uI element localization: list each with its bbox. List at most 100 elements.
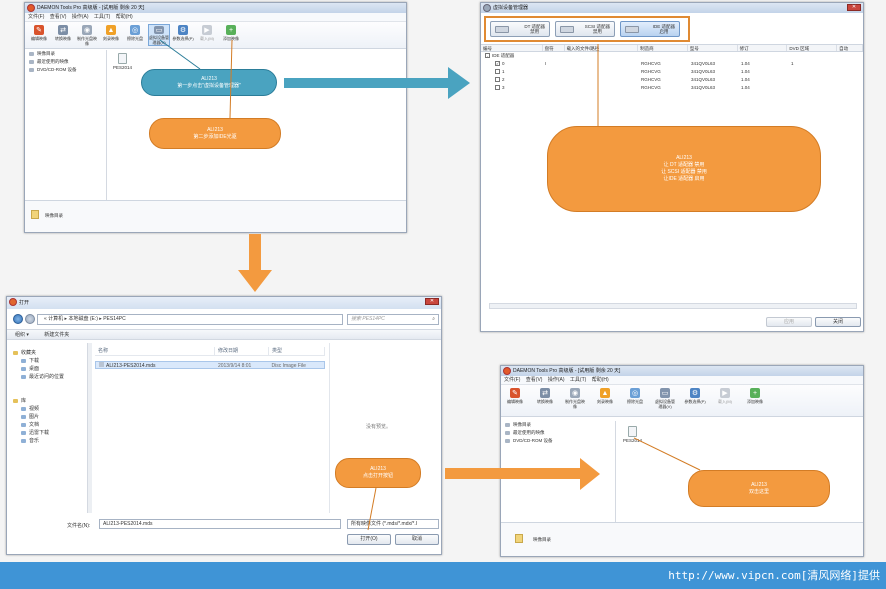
edit-image-button[interactable]: ✎ 编辑映像 — [504, 387, 526, 409]
menu-tools[interactable]: 工具(T) — [94, 14, 110, 20]
image-catalog-panel: 映像目录 — [25, 200, 406, 232]
cancel-button[interactable]: 取消 — [395, 534, 439, 545]
disc-image-label: PES2014 — [623, 438, 643, 443]
side-item-image-catalog[interactable]: 映像目录 — [501, 421, 615, 429]
device-row[interactable]: 2 RGHCVG 341QV0L63 1.04 — [481, 76, 863, 84]
checkbox-icon[interactable] — [495, 69, 500, 75]
col-auto[interactable]: 自动 — [837, 45, 863, 51]
edit-image-button[interactable]: ✎ 编辑映像 — [28, 24, 50, 46]
callout-step4: ALI213 点击打开按钮 — [335, 458, 421, 488]
make-image-button[interactable]: ◉ 制作光盘映像 — [76, 24, 98, 46]
device-row[interactable]: 1 RGHCVG 341QV0L63 1.04 — [481, 68, 863, 76]
preferences-button[interactable]: ⚙ 参数选择(P) — [684, 387, 706, 409]
open-button[interactable]: 打开(O) — [347, 534, 391, 545]
burn-image-button[interactable]: ▲ 刻录映像 — [594, 387, 616, 409]
menu-file[interactable]: 文件(F) — [28, 14, 44, 20]
side-item-dvd-devices[interactable]: DVD/CD-ROM 设备 — [25, 66, 106, 74]
nav-thunder-downloads[interactable]: 迅雷下载 — [7, 429, 87, 437]
virtual-device-manager-button[interactable]: ▭ 虚拟设备管理器(V) — [148, 24, 170, 46]
device-row[interactable]: 3 RGHCVG 341QV0L63 1.04 — [481, 84, 863, 92]
apply-button[interactable]: 应用 — [766, 317, 812, 327]
checkbox-icon[interactable] — [495, 85, 500, 91]
add-image-button[interactable]: + 添加映像 — [220, 24, 242, 46]
checkbox-checked-icon[interactable]: ✓ — [495, 61, 500, 67]
forward-icon[interactable] — [25, 314, 35, 324]
col-name[interactable]: 名称 — [95, 347, 215, 355]
adapter-icon — [495, 26, 509, 33]
checkbox-icon[interactable] — [495, 77, 500, 83]
toolbar: ✎ 编辑映像 ⇄ 转换映像 ◉ 制作光盘映像 ▲ 刻录映像 ◎ 擦除光盘 ▭ 虚拟设备管理器… — [25, 22, 406, 49]
menu-tools[interactable]: 工具(T) — [570, 377, 586, 383]
nav-libraries[interactable]: 库 — [7, 397, 87, 405]
nav-documents[interactable]: 文档 — [7, 421, 87, 429]
file-type-select[interactable]: 所有映像文件 (*.mds/*.mdx/*.I — [347, 519, 439, 529]
callout-step1: ALI213 第一步点击"虚拟设备管理器" — [141, 69, 277, 96]
side-item-dvd-devices[interactable]: DVD/CD-ROM 设备 — [501, 437, 615, 445]
menu-help[interactable]: 帮助(H) — [592, 377, 609, 383]
gear-icon: ⚙ — [690, 388, 700, 398]
mount-button[interactable]: ▶ 载入(M) — [196, 24, 218, 46]
menu-view[interactable]: 查看(V) — [526, 377, 543, 383]
close-button[interactable]: 关闭 — [815, 317, 861, 327]
dt-adapter-button[interactable]: DT 适配器 禁用 — [490, 21, 550, 37]
menu-view[interactable]: 查看(V) — [50, 14, 67, 20]
make-image-button[interactable]: ◉ 制作光盘映像 — [564, 387, 586, 409]
col-vendor[interactable]: 制造商 — [638, 45, 688, 51]
col-region[interactable]: DVD 区域 — [787, 45, 838, 51]
menu-action[interactable]: 操作(A) — [548, 377, 565, 383]
close-icon[interactable]: ✕ — [425, 298, 439, 305]
col-type[interactable]: 类型 — [269, 347, 325, 355]
nav-downloads[interactable]: 下载 — [7, 357, 87, 365]
nav-pictures[interactable]: 图片 — [7, 413, 87, 421]
mount-button[interactable]: ▶ 载入(M) — [714, 387, 736, 409]
close-icon[interactable]: ✕ — [847, 4, 861, 11]
col-model[interactable]: 型号 — [688, 45, 738, 51]
scsi-adapter-button[interactable]: SCSI 适配器 禁用 — [555, 21, 615, 37]
burn-image-button[interactable]: ▲ 刻录映像 — [100, 24, 122, 46]
side-item-recent[interactable]: 最近使用的映像 — [501, 429, 615, 437]
adapter-icon — [560, 26, 574, 33]
menu-action[interactable]: 操作(A) — [72, 14, 89, 20]
convert-image-button[interactable]: ⇄ 转换映像 — [534, 387, 556, 409]
image-catalog-panel: 映像目录 — [501, 522, 863, 556]
col-drive[interactable]: 盘符 — [543, 45, 565, 51]
file-row[interactable]: ALI213-PES2014.mds 2013/9/14 8:01 Disc I… — [95, 361, 325, 369]
menu-file[interactable]: 文件(F) — [504, 377, 520, 383]
convert-image-button[interactable]: ⇄ 转换映像 — [52, 24, 74, 46]
side-item-recent[interactable]: 最近使用的映像 — [25, 58, 106, 66]
device-manager-icon: ▭ — [154, 26, 164, 34]
col-date[interactable]: 修改日期 — [215, 347, 269, 355]
preferences-button[interactable]: ⚙ 参数选择(P) — [172, 24, 194, 46]
nav-videos[interactable]: 视频 — [7, 405, 87, 413]
nav-music[interactable]: 音乐 — [7, 437, 87, 445]
col-path[interactable]: 载入的文件/路径 — [565, 45, 639, 51]
nav-desktop[interactable]: 桌面 — [7, 365, 87, 373]
disc-image-item[interactable]: PES2014 — [623, 426, 642, 443]
gear-icon: ⚙ — [178, 25, 188, 35]
add-image-button[interactable]: + 添加映像 — [744, 387, 766, 409]
filename-input[interactable]: ALI213-PES2014.mds — [99, 519, 341, 529]
nav-favorites[interactable]: 收藏夹 — [7, 349, 87, 357]
nav-scrollbar[interactable] — [87, 343, 92, 513]
expand-icon[interactable]: - — [485, 53, 490, 59]
device-group-ide[interactable]: - IDE 适配器 — [481, 52, 863, 60]
new-folder-button[interactable]: 新建文件夹 — [44, 332, 69, 338]
disc-image-icon — [118, 53, 127, 64]
search-placeholder: 搜索 PES14PC — [351, 316, 385, 322]
back-icon[interactable] — [13, 314, 23, 324]
col-revision[interactable]: 修订 — [738, 45, 788, 51]
ide-adapter-button[interactable]: IDE 适配器 启用 — [620, 21, 680, 37]
organize-button[interactable]: 组织 ▾ — [15, 332, 29, 338]
search-input[interactable]: 搜索 PES14PC ⌕ — [347, 314, 439, 325]
erase-disc-button[interactable]: ◎ 擦除光盘 — [124, 24, 146, 46]
virtual-device-manager-button[interactable]: ▭ 虚拟设备管理器(V) — [654, 387, 676, 409]
col-number[interactable]: 编号 — [481, 45, 543, 51]
nav-recent-places[interactable]: 最近访问的位置 — [7, 373, 87, 381]
disc-image-item[interactable]: PES2014 — [113, 53, 132, 70]
side-item-image-catalog[interactable]: 映像目录 — [25, 50, 106, 58]
address-bar[interactable]: « 计算机 ▸ 本地磁盘 (E:) ▸ PES14PC — [37, 314, 343, 325]
erase-disc-button[interactable]: ◎ 擦除光盘 — [624, 387, 646, 409]
vdm-scrollbar[interactable] — [489, 303, 857, 309]
menu-help[interactable]: 帮助(H) — [116, 14, 133, 20]
device-row[interactable]: ✓ 0 I RGHCVG 341QV0L63 1.04 1 — [481, 60, 863, 68]
